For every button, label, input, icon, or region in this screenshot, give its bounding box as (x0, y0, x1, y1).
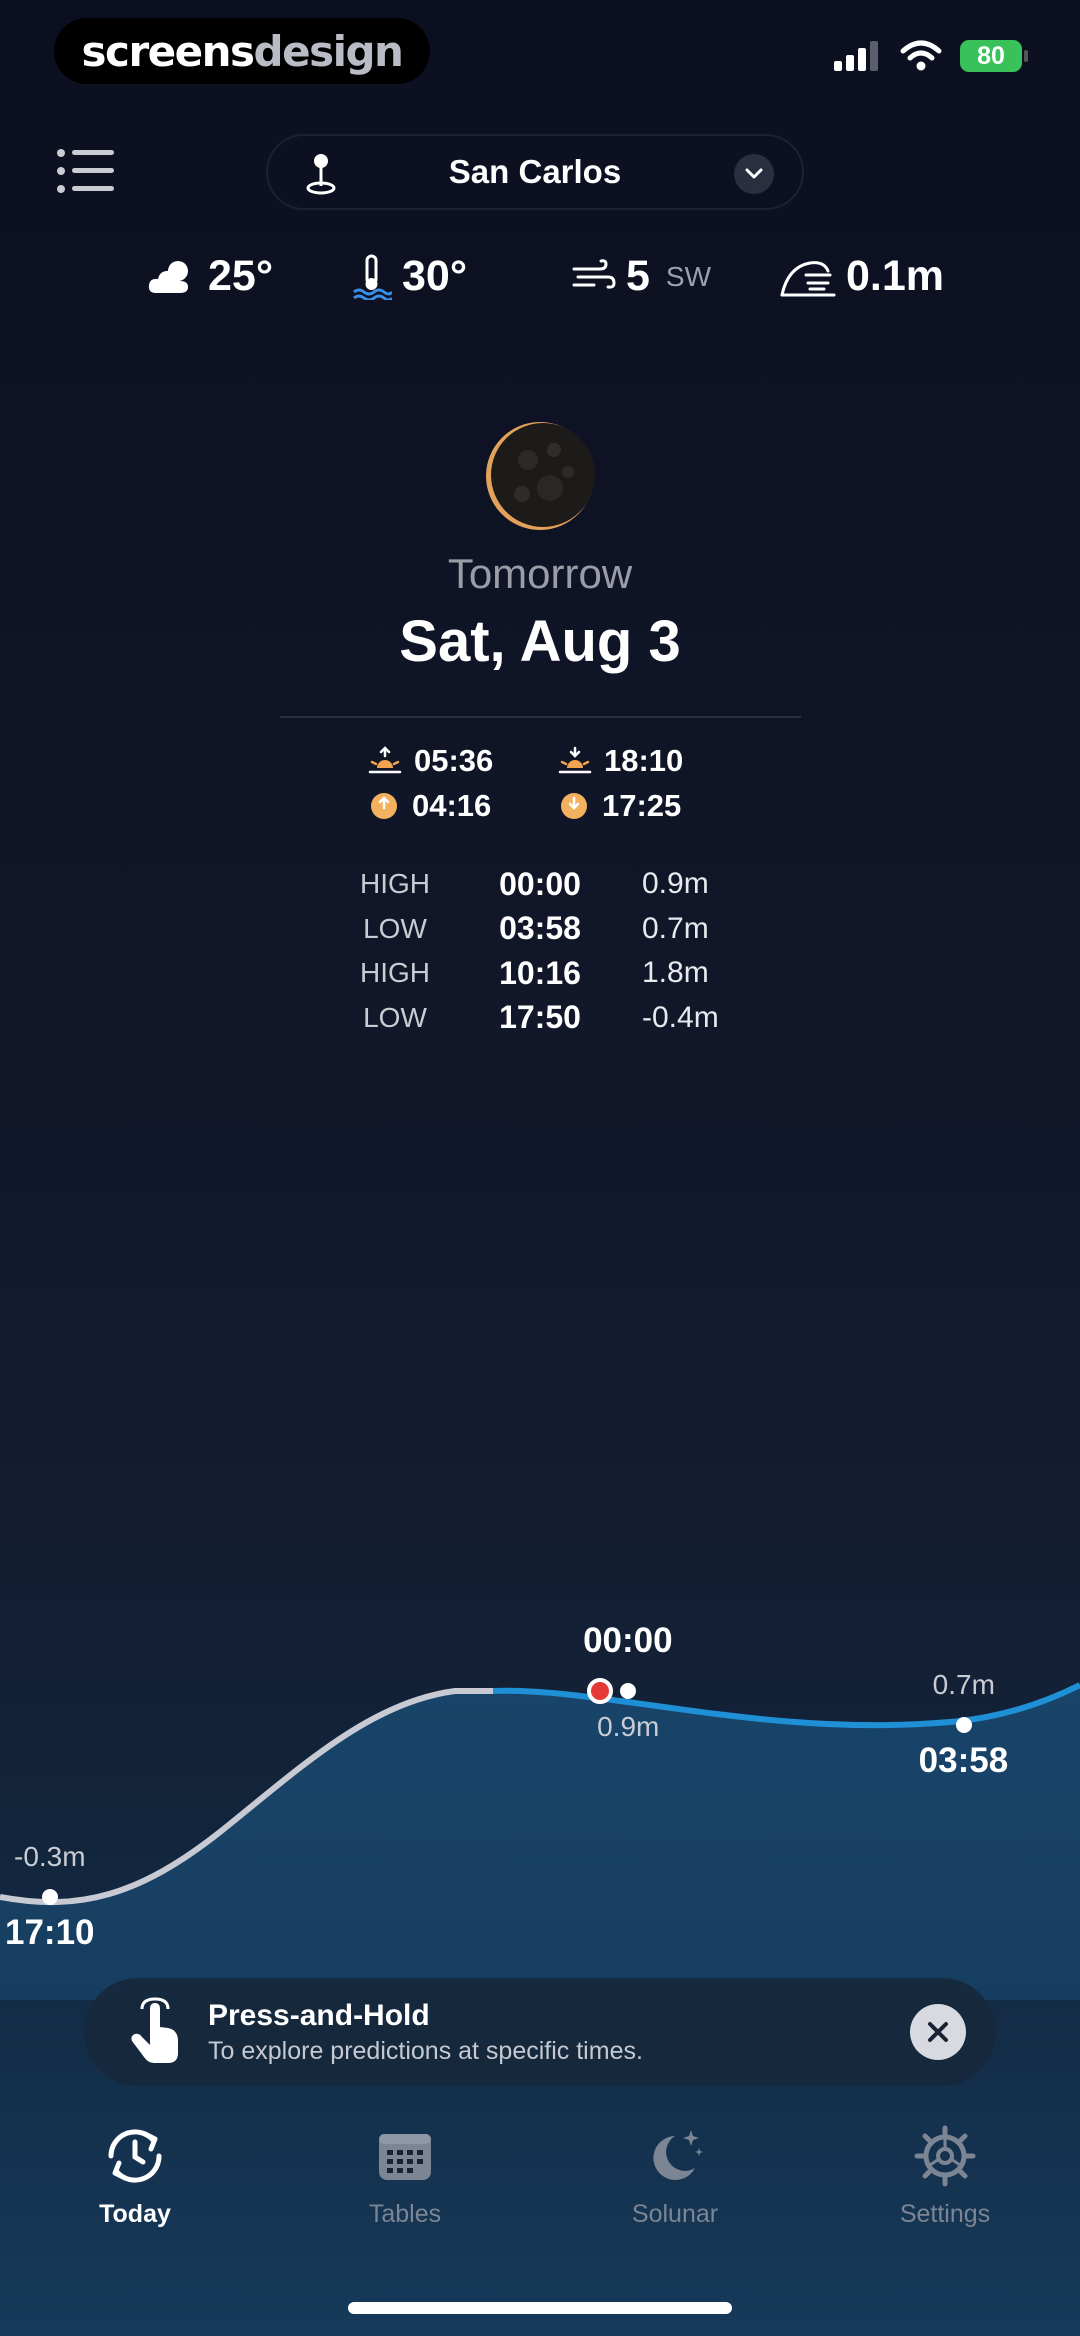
tab-solunar[interactable]: Solunar (540, 2120, 810, 2260)
tide-type: LOW (363, 1001, 427, 1033)
tide-point-height-label: -0.3m (14, 1841, 86, 1873)
wave-icon (780, 260, 836, 296)
date-title: Sat, Aug 3 (399, 609, 681, 674)
sunrise-icon (368, 745, 402, 773)
divider (280, 716, 801, 718)
relative-day-label: Tomorrow (447, 550, 633, 597)
tide-row: HIGH 00:00 0.9m (340, 862, 772, 907)
tide-time: 17:50 (499, 999, 581, 1036)
moonset: 17:25 (558, 788, 748, 824)
tide-point-dot (620, 1683, 637, 1699)
moonrise-time: 04:16 (412, 787, 492, 823)
cellular-signal-icon (834, 41, 878, 71)
air-temp: 25° (146, 252, 273, 301)
moonset-time: 17:25 (602, 787, 682, 823)
moonrise: 04:16 (368, 788, 558, 824)
wave-height-value: 0.1m (846, 252, 945, 300)
location-dropdown-button[interactable] (734, 154, 774, 194)
calendar-grid-icon (379, 2134, 431, 2180)
wind: 5 SW (572, 252, 711, 301)
water-thermometer-icon (353, 254, 392, 300)
tab-today[interactable]: Today (0, 2120, 270, 2260)
wind-icon (572, 258, 616, 289)
tab-settings[interactable]: Settings (810, 2120, 1080, 2260)
tide-time: 03:58 (499, 910, 581, 947)
tide-point-height-label: 0.9m (597, 1711, 660, 1742)
water-temp-value: 30° (402, 252, 468, 300)
home-indicator (348, 2302, 732, 2314)
sunrise-time: 05:36 (414, 742, 494, 778)
tap-hand-icon (131, 1997, 178, 2063)
menu-button[interactable] (56, 148, 116, 194)
tide-time: 10:16 (499, 954, 581, 991)
cloud-sun-icon (148, 260, 188, 293)
tide-chart[interactable]: -0.3m 17:10 0.9m 00:00 0.7m 03:58 (0, 1560, 1080, 2000)
wind-direction: SW (665, 260, 712, 292)
tab-tables[interactable]: Tables (270, 2120, 540, 2260)
brand-badge: screens design (54, 18, 430, 84)
tide-height: 0.9m (642, 867, 709, 901)
tab-label: Settings (899, 2200, 991, 2228)
tide-point-time-label: 03:58 (918, 1741, 1009, 1781)
sunset-time: 18:10 (604, 742, 684, 778)
tab-label: Today (99, 2200, 171, 2228)
location-name: San Carlos (448, 153, 622, 190)
tide-point-time-label: 00:00 (583, 1621, 673, 1660)
battery-indicator: 80 (960, 40, 1028, 72)
tide-time: 00:00 (499, 865, 581, 902)
tab-label: Tables (368, 2200, 442, 2228)
location-selector[interactable]: San Carlos (266, 134, 804, 210)
tide-type: HIGH (360, 868, 430, 900)
tab-label: Solunar (631, 2200, 719, 2228)
list-menu-icon (57, 149, 114, 193)
sunrise: 05:36 (368, 743, 558, 779)
tide-row: LOW 03:58 0.7m (340, 907, 772, 952)
moon-stars-icon (653, 2130, 703, 2180)
location-pin-icon (306, 154, 336, 195)
tide-type: LOW (363, 912, 427, 944)
tide-height: 0.7m (642, 911, 709, 945)
water-temp: 30° (352, 252, 467, 301)
hint-title: Press-and-Hold (208, 1998, 430, 2032)
sunset: 18:10 (558, 743, 748, 779)
tide-point-height-label: 0.7m (932, 1669, 995, 1701)
press-hold-hint: Press-and-Hold To explore predictions at… (84, 1978, 996, 2086)
status-icons: 80 (834, 40, 1028, 72)
gear-icon (914, 2125, 976, 2187)
sunset-icon (558, 746, 592, 773)
battery-level: 80 (977, 41, 1005, 70)
tide-height: 1.8m (642, 956, 709, 990)
clock-arrows-icon (108, 2129, 162, 2183)
moon-phase-icon (486, 422, 595, 530)
tide-point-time-label: 17:10 (5, 1913, 95, 1953)
wifi-icon (900, 40, 942, 71)
tab-bar: Today Tables Solunar Settings (0, 2120, 1080, 2260)
close-icon (928, 2022, 948, 2042)
chevron-down-icon (745, 168, 763, 179)
moonrise-icon (371, 792, 397, 819)
moonset-icon (561, 792, 587, 819)
close-hint-button[interactable] (910, 2004, 966, 2060)
sun-moon-times: 05:36 18:10 04:16 17:25 (368, 738, 748, 828)
current-time-marker (587, 1678, 614, 1704)
tide-row: LOW 17:50 -0.4m (340, 996, 772, 1041)
tide-point-dot (42, 1889, 58, 1906)
tide-row: HIGH 10:16 1.8m (340, 951, 772, 996)
tide-table: HIGH 00:00 0.9m LOW 03:58 0.7m HIGH 10:1… (340, 862, 772, 1040)
tide-point-dot (955, 1717, 972, 1734)
wind-speed: 5 (626, 252, 650, 300)
wave-height: 0.1m (780, 252, 944, 301)
tide-height: -0.4m (642, 1000, 719, 1034)
hint-subtitle: To explore predictions at specific times… (208, 2036, 643, 2065)
air-temp-value: 25° (208, 252, 274, 300)
brand-text-2: design (253, 26, 404, 76)
brand-text-1: screens (81, 26, 255, 76)
tide-type: HIGH (360, 957, 430, 989)
